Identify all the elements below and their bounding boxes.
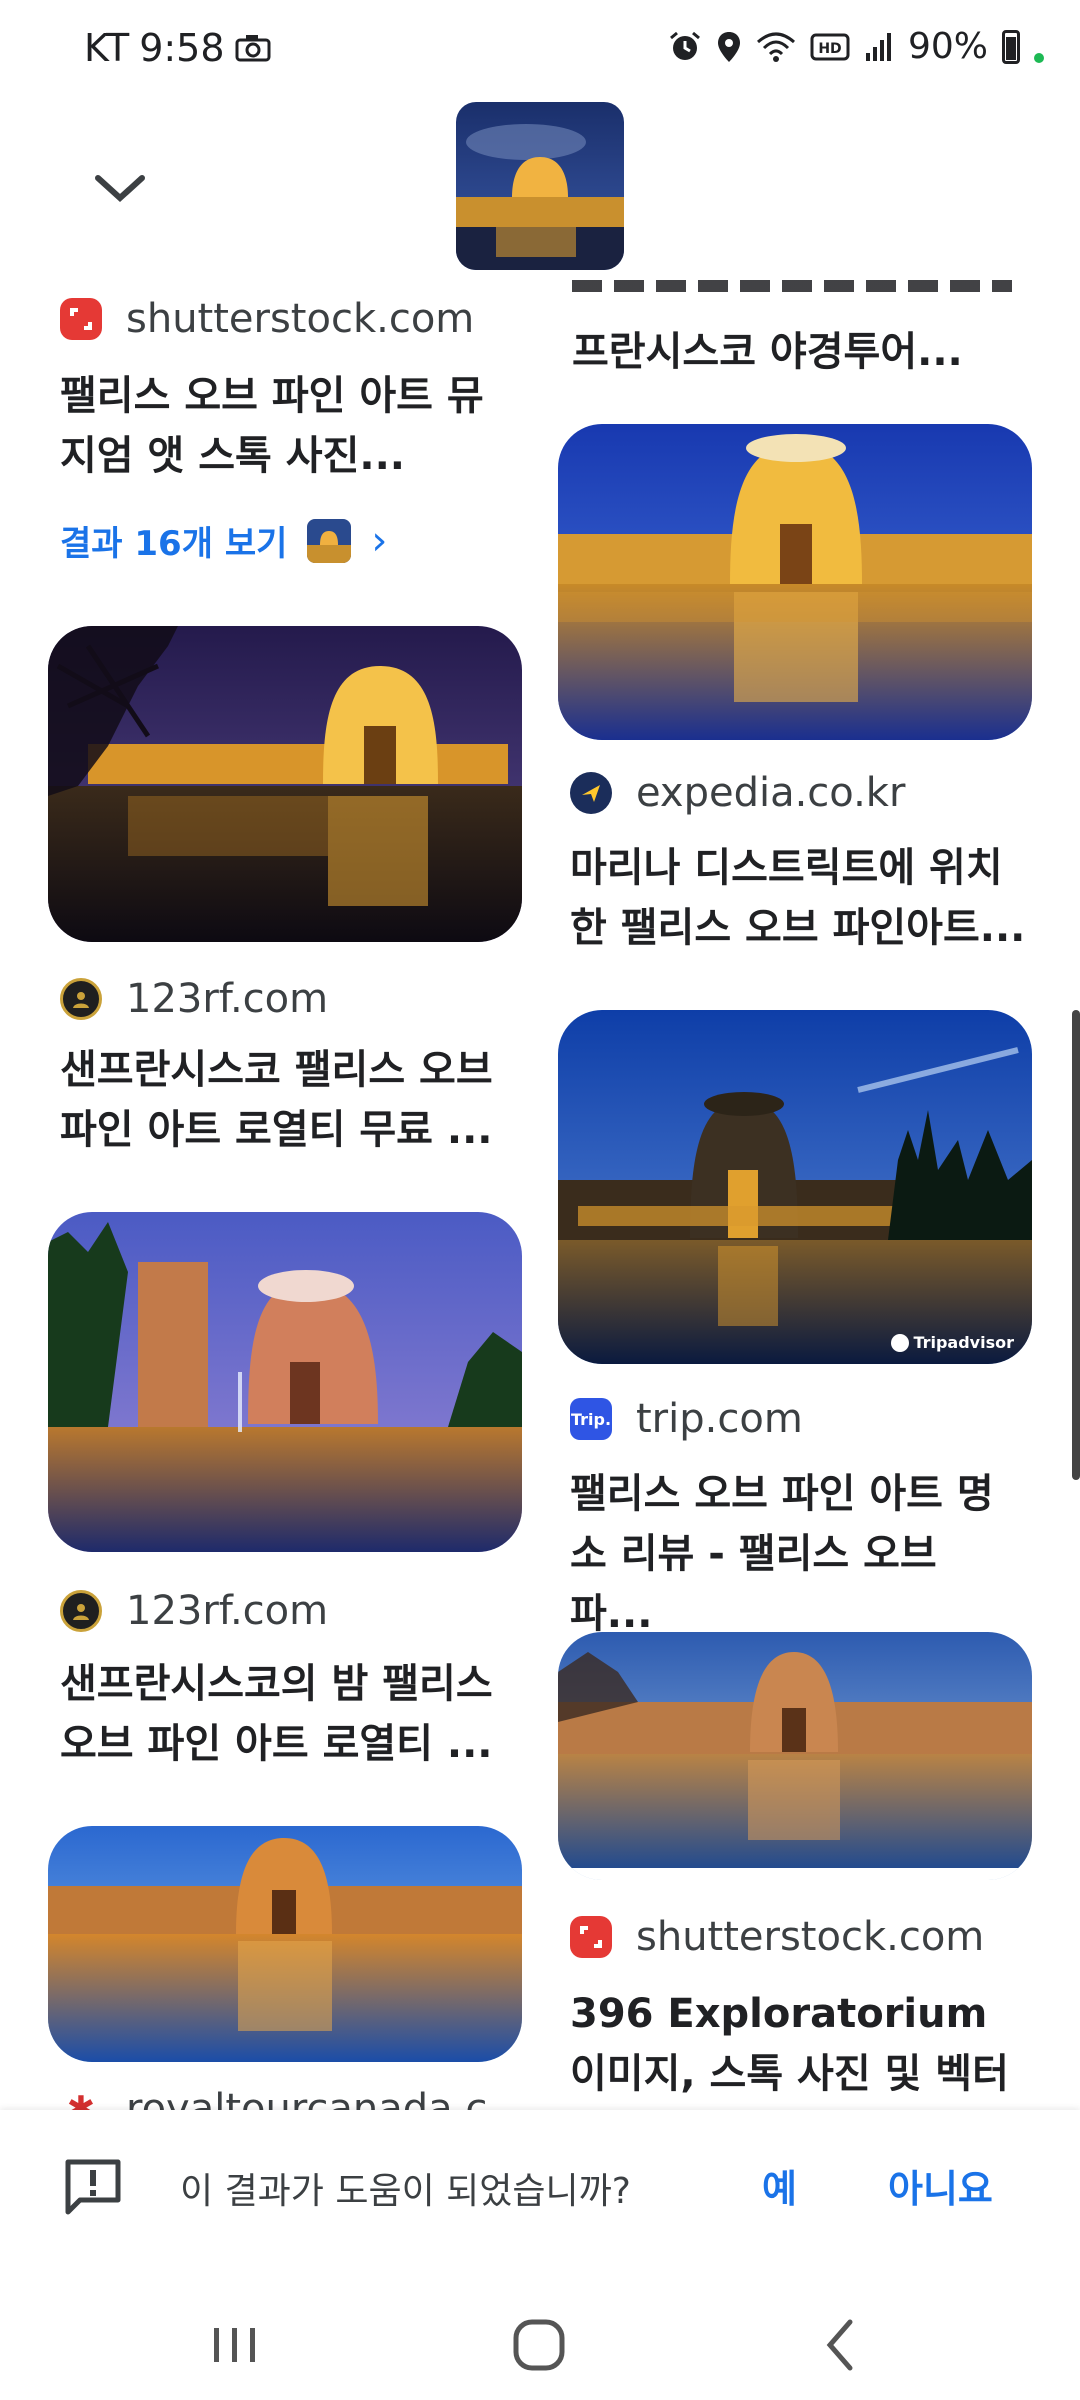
result-source[interactable]: expedia.co.kr xyxy=(570,770,905,816)
alarm-icon xyxy=(670,31,700,60)
source-label: 123rf.com xyxy=(126,1588,329,1634)
tripadvisor-watermark: Tripadvisor xyxy=(891,1333,1014,1352)
battery-icon xyxy=(1002,29,1020,64)
svg-text:HD: HD xyxy=(818,41,841,57)
result-title[interactable]: 샌프란시스코의 밤 팰리스 오브 파인 아트 로열티 ... xyxy=(60,1654,520,1774)
clipped-text-line xyxy=(572,270,1012,292)
result-image[interactable] xyxy=(558,424,1032,740)
shutterstock-favicon xyxy=(570,1916,612,1958)
more-results-thumbnail xyxy=(307,518,352,563)
result-source[interactable]: Trip. trip.com xyxy=(570,1396,803,1442)
feedback-icon xyxy=(65,2159,121,2215)
chevron-down-icon[interactable] xyxy=(90,160,150,220)
result-image[interactable]: Tripadvisor xyxy=(558,1010,1032,1364)
result-title-partial[interactable]: 프란시스코 야경투어... xyxy=(572,270,1042,370)
signal-icon xyxy=(865,32,891,61)
status-bar: KT 9:58 HD 90% xyxy=(0,0,1080,100)
result-title[interactable]: 팰리스 오브 파인 아트 뮤지엄 앳 스톡 사진... xyxy=(60,366,520,486)
feedback-bar: 이 결과가 도움이 되었습니까? 예 아니요 xyxy=(0,2110,1080,2270)
result-title[interactable]: 팰리스 오브 파인 아트 명소 리뷰 - 팰리스 오브 파... xyxy=(570,1464,1030,1644)
see-more-results-link[interactable]: 결과 16개 보기 › xyxy=(60,516,387,565)
royaltour-favicon: ✱ xyxy=(60,2090,102,2112)
battery-percent: 90% xyxy=(907,26,988,67)
source-label: royaltourcanada.c xyxy=(126,2090,487,2112)
feedback-question: 이 결과가 도움이 되었습니까? xyxy=(180,2171,631,2212)
privacy-indicator-dot xyxy=(1034,52,1044,63)
carrier-label: KT xyxy=(84,26,130,70)
chevron-right-icon: › xyxy=(371,517,388,564)
result-title[interactable]: 마리나 디스트릭트에 위치한 팰리스 오브 파인아트... xyxy=(570,838,1030,958)
result-source[interactable]: 123rf.com xyxy=(60,1588,328,1634)
result-source-clipped[interactable]: ✱ royaltourcanada.c xyxy=(60,2090,520,2112)
camera-icon xyxy=(235,35,271,62)
wifi-icon xyxy=(756,32,795,62)
123rf-favicon xyxy=(60,978,102,1020)
expedia-favicon xyxy=(570,772,612,814)
hd-icon: HD xyxy=(810,33,850,60)
result-source[interactable]: 123rf.com xyxy=(60,976,328,1022)
system-navigation-bar xyxy=(0,2270,1080,2400)
123rf-favicon xyxy=(60,1590,102,1632)
source-label: expedia.co.kr xyxy=(636,770,906,816)
status-left: KT 9:58 xyxy=(84,26,271,70)
feedback-yes-button[interactable]: 예 xyxy=(762,2158,797,2213)
result-image[interactable] xyxy=(48,1212,522,1552)
source-label: 123rf.com xyxy=(126,976,329,1022)
tripadvisor-owl-icon xyxy=(891,1333,910,1352)
result-source[interactable]: shutterstock.com xyxy=(570,1914,984,1960)
shutterstock-favicon xyxy=(60,298,102,340)
trip-favicon: Trip. xyxy=(570,1398,612,1440)
result-title: 프란시스코 야경투어... xyxy=(572,329,963,370)
back-icon[interactable] xyxy=(806,2310,876,2380)
recent-apps-icon[interactable] xyxy=(200,2310,270,2380)
source-label: shutterstock.com xyxy=(636,1914,985,1960)
result-title[interactable]: 샌프란시스코 팰리스 오브 파인 아트 로열티 무료 ... xyxy=(60,1040,520,1160)
source-label: shutterstock.com xyxy=(126,296,475,342)
watermark-label: Tripadvisor xyxy=(913,1333,1014,1352)
location-icon xyxy=(717,31,740,62)
result-image[interactable] xyxy=(558,1632,1032,1880)
scrollbar-thumb[interactable] xyxy=(1072,1010,1080,1480)
selected-image-thumbnail[interactable] xyxy=(456,102,624,270)
feedback-no-button[interactable]: 아니요 xyxy=(888,2158,993,2213)
source-label: trip.com xyxy=(636,1396,803,1442)
result-image[interactable] xyxy=(48,1826,522,2062)
home-icon[interactable] xyxy=(504,2310,574,2380)
result-source[interactable]: shutterstock.com xyxy=(60,296,474,342)
clock: 9:58 xyxy=(139,26,225,70)
see-more-label: 결과 16개 보기 xyxy=(60,524,288,564)
result-image[interactable] xyxy=(48,626,522,942)
status-right: HD 90% xyxy=(668,26,1044,67)
